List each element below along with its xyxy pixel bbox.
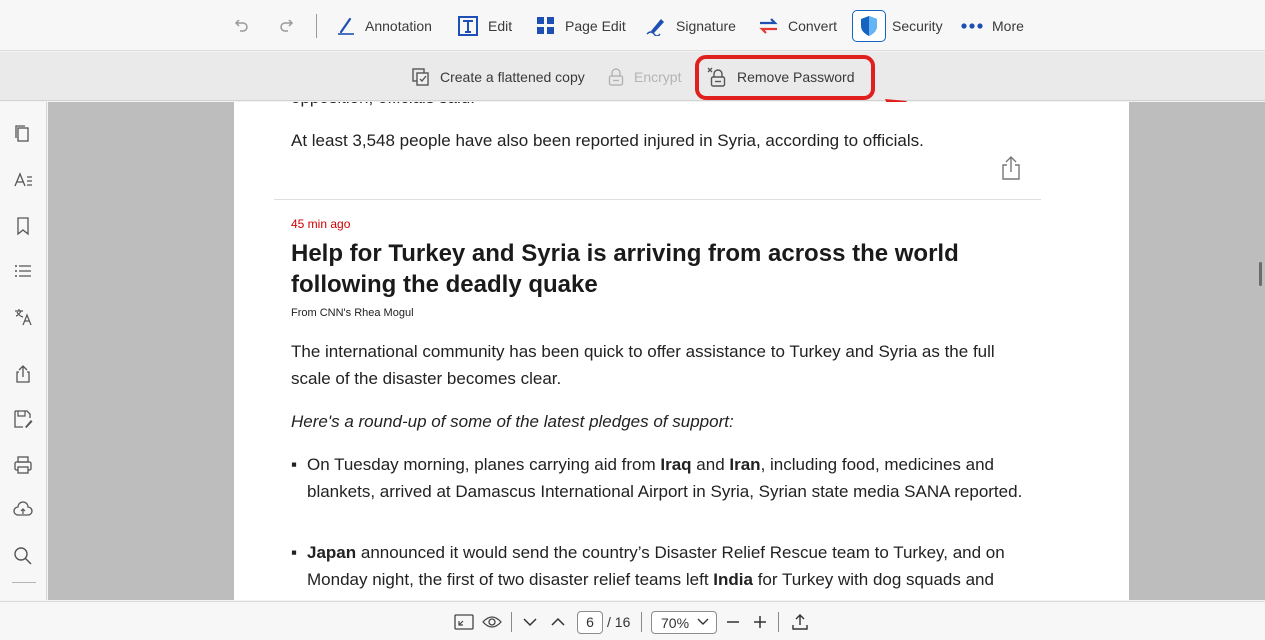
upload-icon — [792, 614, 808, 630]
fit-page-button[interactable] — [454, 612, 474, 632]
undo-button[interactable] — [232, 12, 250, 40]
create-flattened-copy-button[interactable]: Create a flattened copy — [412, 66, 585, 88]
more-button[interactable]: More — [961, 12, 1024, 40]
byline: From CNN's Rhea Mogul — [291, 307, 414, 319]
chevron-down-icon — [697, 618, 709, 625]
page-edit-button[interactable]: Page Edit — [536, 12, 626, 40]
sidebar-divider — [12, 582, 36, 583]
previous-page-button[interactable] — [551, 612, 565, 632]
annotation-label: Annotation — [365, 18, 432, 34]
list-item-text: Japan announced it would send the countr… — [307, 543, 1005, 589]
redo-icon — [280, 19, 294, 32]
security-shield-icon — [861, 16, 877, 36]
pdf-page[interactable]: opposition, officials said. At least 3,5… — [234, 102, 1129, 600]
section-divider — [274, 199, 1041, 200]
annotation-pen-icon — [338, 17, 354, 35]
lock-icon — [608, 68, 624, 86]
timestamp: 45 min ago — [291, 217, 351, 231]
security-icon-frame — [852, 10, 886, 42]
paragraph-roundup: Here's a round-up of some of the latest … — [291, 412, 734, 431]
security-button[interactable]: Security — [852, 10, 943, 42]
page-number-input[interactable]: 6 — [577, 611, 603, 634]
article-headline: Help for Turkey and Syria is arriving fr… — [291, 240, 959, 298]
page-total: / 16 — [607, 614, 631, 630]
zoom-value: 70% — [661, 615, 690, 631]
list-item-text: On Tuesday morning, planes carrying aid … — [307, 455, 1023, 501]
zoom-in-button[interactable] — [753, 612, 767, 632]
undo-icon — [234, 19, 248, 32]
bottom-statusbar: 6 / 16 70% — [0, 601, 1265, 640]
security-label: Security — [892, 18, 943, 34]
cloud-upload-icon[interactable] — [13, 500, 33, 520]
bookmark-icon[interactable] — [13, 216, 33, 236]
pages-icon[interactable] — [13, 124, 33, 144]
translate-icon[interactable] — [13, 307, 33, 327]
convert-button[interactable]: Convert — [758, 12, 837, 40]
save-as-icon[interactable] — [13, 409, 33, 429]
annotation-button[interactable]: Annotation — [336, 12, 432, 40]
convert-arrows-icon — [759, 18, 778, 34]
list-icon[interactable] — [13, 261, 33, 281]
edit-text-icon — [458, 16, 478, 36]
encrypt-label: Encrypt — [634, 69, 682, 85]
bullet-marker: ▪ — [291, 543, 298, 562]
flatten-copy-icon — [412, 68, 429, 86]
zoom-out-icon — [727, 621, 739, 623]
paragraph-body: The international community has been qui… — [291, 342, 995, 388]
bullet-marker: ▪ — [291, 455, 298, 474]
security-subtoolbar: Create a flattened copy Encrypt Remove P… — [0, 52, 1265, 101]
edit-label: Edit — [488, 18, 513, 34]
share-icon[interactable] — [1001, 156, 1021, 180]
print-icon[interactable] — [13, 455, 33, 475]
highlight-box — [695, 55, 875, 100]
toolbar-divider — [316, 14, 317, 38]
share-icon[interactable] — [13, 364, 33, 384]
encrypt-button[interactable]: Encrypt — [608, 66, 681, 88]
chevron-up-icon — [551, 617, 565, 626]
statusbar-divider — [511, 612, 512, 632]
document-canvas[interactable]: opposition, officials said. At least 3,5… — [48, 102, 1265, 600]
left-sidebar — [0, 102, 47, 600]
fit-page-icon — [454, 614, 474, 630]
next-page-button[interactable] — [523, 612, 537, 632]
page-edit-grid-icon — [537, 17, 554, 34]
more-label: More — [992, 18, 1024, 34]
scrollbar-thumb[interactable] — [1259, 262, 1262, 286]
chevron-down-icon — [523, 618, 537, 627]
paragraph-cut-off: opposition, officials said. — [291, 102, 475, 111]
signature-button[interactable]: Signature — [646, 12, 736, 40]
search-icon[interactable] — [13, 546, 33, 566]
eye-icon — [482, 616, 502, 628]
statusbar-divider — [778, 612, 779, 632]
more-dots-icon — [961, 23, 983, 29]
read-mode-button[interactable] — [482, 612, 502, 632]
zoom-select[interactable]: 70% — [651, 611, 717, 634]
signature-pen-icon — [646, 19, 664, 36]
zoom-in-icon — [754, 616, 766, 628]
pdf-editor-app: Annotation Edit Page Edit Signature Conv… — [0, 0, 1265, 640]
statusbar-divider — [641, 612, 642, 632]
paragraph-injured: At least 3,548 people have also been rep… — [291, 131, 924, 150]
text-format-icon[interactable] — [13, 170, 33, 190]
edit-button[interactable]: Edit — [457, 12, 512, 40]
main-toolbar: Annotation Edit Page Edit Signature Conv… — [0, 0, 1265, 51]
redo-button[interactable] — [278, 12, 296, 40]
convert-label: Convert — [788, 18, 838, 34]
flatten-label: Create a flattened copy — [440, 69, 585, 85]
page-edit-label: Page Edit — [565, 18, 626, 34]
signature-label: Signature — [676, 18, 736, 34]
zoom-out-button[interactable] — [726, 612, 740, 632]
upload-button[interactable] — [791, 612, 809, 632]
